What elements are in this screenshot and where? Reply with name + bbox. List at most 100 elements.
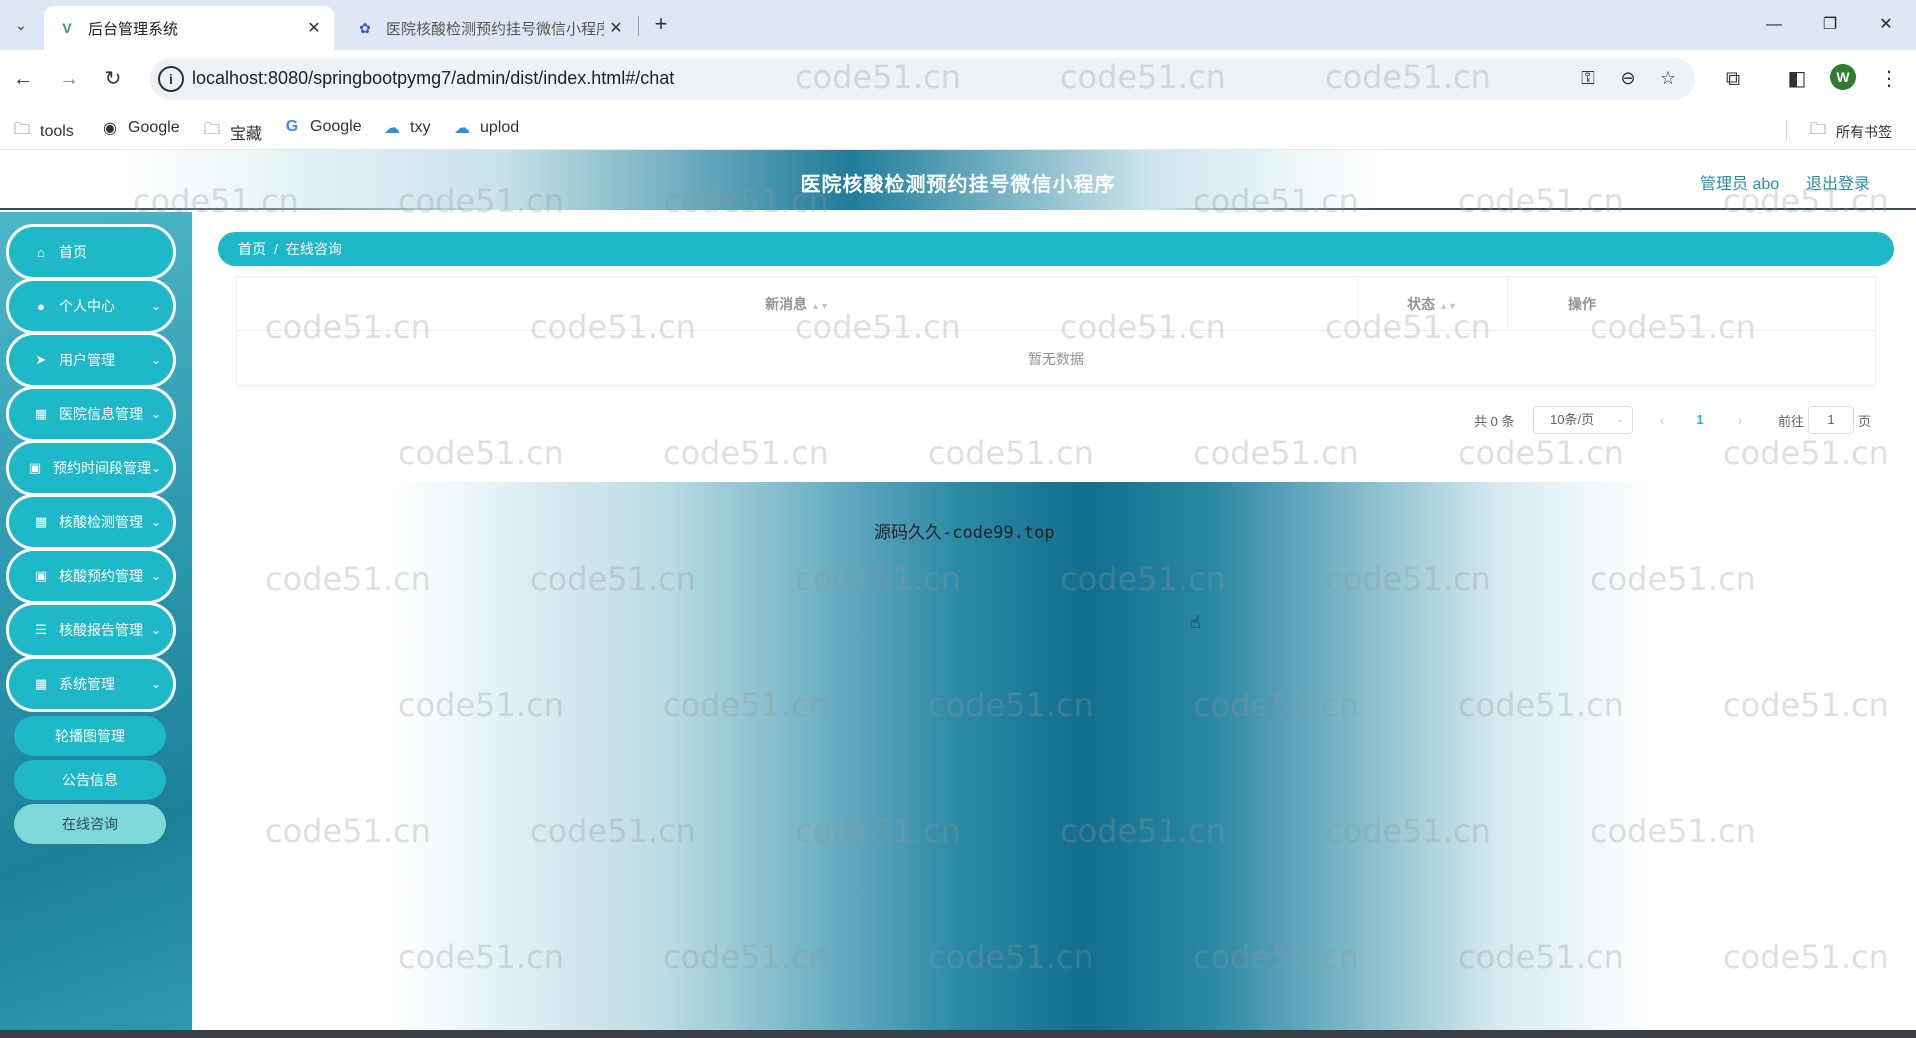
bookmark-google[interactable]: ◉ Google bbox=[100, 118, 180, 138]
menu-label: 核酸报告管理 bbox=[59, 622, 143, 638]
page-size-value: 10条/页 bbox=[1550, 412, 1595, 427]
menu-hospital-info[interactable]: ▦ 医院信息管理 ⌄ bbox=[6, 386, 176, 442]
menu-label: 医院信息管理 bbox=[59, 406, 143, 422]
sort-icon[interactable]: ▲▼ bbox=[811, 301, 829, 311]
clipboard-icon: ▣ bbox=[28, 460, 42, 475]
bookmark-uplod[interactable]: ☁ uplod bbox=[452, 118, 519, 138]
grid-icon: ▦ bbox=[34, 406, 48, 421]
back-icon[interactable]: ← bbox=[8, 64, 38, 94]
sliders-icon: ☰ bbox=[35, 622, 47, 637]
tab-divider bbox=[638, 16, 639, 36]
menu-dots-icon[interactable]: ⋮ bbox=[1874, 64, 1904, 94]
chevron-down-icon: ⌄ bbox=[150, 407, 161, 421]
cloud-icon: ☁ bbox=[384, 120, 400, 137]
breadcrumb-home[interactable]: 首页 bbox=[238, 239, 266, 259]
restore-icon[interactable]: ❐ bbox=[1810, 10, 1850, 40]
submenu-online-consult[interactable]: 在线咨询 bbox=[14, 804, 166, 844]
taskbar-strip bbox=[0, 1030, 1916, 1038]
tab-title: 后台管理系统 bbox=[88, 20, 179, 38]
paw-icon: ✿ bbox=[359, 19, 371, 36]
app-header: 医院核酸检测预约挂号微信小程序 管理员 abo 退出登录 bbox=[0, 150, 1916, 210]
vue-v-icon: V bbox=[62, 20, 72, 36]
home-icon: ⌂ bbox=[37, 244, 45, 260]
close-tab-icon[interactable]: ✕ bbox=[604, 16, 628, 40]
url-text[interactable]: localhost:8080/springbootpymg7/admin/dis… bbox=[192, 68, 674, 89]
menu-home[interactable]: ⌂ 首页 bbox=[6, 224, 176, 280]
password-key-icon[interactable]: ⚿ bbox=[1574, 68, 1602, 94]
prev-page-icon[interactable]: ‹ bbox=[1650, 406, 1674, 434]
zoom-icon[interactable]: ⊖ bbox=[1614, 68, 1642, 94]
goto-suffix: 页 bbox=[1858, 413, 1872, 429]
tab-title: 医院核酸检测预约挂号微信小程序 bbox=[386, 20, 604, 38]
submenu-announcements[interactable]: 公告信息 bbox=[14, 760, 166, 800]
menu-label: 核酸预约管理 bbox=[59, 568, 143, 584]
browser-tab-strip: ⌄ V 后台管理系统 ✕ ✿ 医院核酸检测预约挂号微信小程序 ✕ + — ❐ ✕ bbox=[0, 0, 1916, 50]
clipboard-icon: ▣ bbox=[34, 568, 48, 583]
all-bookmarks[interactable]: 🗀 所有书签 bbox=[1808, 118, 1892, 145]
breadcrumb-current: 在线咨询 bbox=[285, 241, 342, 257]
chat-table: 新消息 ▲▼ 状态 ▲▼ 操作 暂无数据 bbox=[236, 276, 1876, 386]
breadcrumb-separator: / bbox=[274, 241, 278, 257]
page-size-select[interactable]: 10条/页 ⌄ bbox=[1533, 406, 1633, 434]
side-panel-icon[interactable]: ◧ bbox=[1782, 64, 1812, 94]
menu-label: 首页 bbox=[59, 244, 87, 260]
sort-icon[interactable]: ▲▼ bbox=[1439, 301, 1457, 311]
tab-miniprogram[interactable]: ✿ 医院核酸检测预约挂号微信小程序 ✕ bbox=[346, 6, 636, 50]
menu-label: 个人中心 bbox=[59, 298, 115, 314]
col-new-message[interactable]: 新消息 ▲▼ bbox=[237, 277, 1357, 331]
chevron-down-icon: ⌄ bbox=[150, 569, 161, 583]
tab-search-chevron-icon[interactable]: ⌄ bbox=[8, 12, 34, 38]
admin-app: 医院核酸检测预约挂号微信小程序 管理员 abo 退出登录 ⌂ 首页 ● 个人中心… bbox=[0, 150, 1916, 1038]
main-content: 首页 / 在线咨询 新消息 ▲▼ 状态 ▲▼ 操作 暂无数据 共 0 条 10条… bbox=[192, 212, 1916, 1038]
chevron-down-icon: ⌄ bbox=[1615, 414, 1624, 425]
current-page[interactable]: 1 bbox=[1688, 406, 1712, 434]
folder-icon: 🗀 bbox=[13, 121, 30, 138]
grid-icon: ▦ bbox=[34, 676, 48, 691]
menu-label: 系统管理 bbox=[59, 676, 115, 692]
menu-appointment-management[interactable]: ▣ 核酸预约管理 ⌄ bbox=[6, 548, 176, 604]
minimize-icon[interactable]: — bbox=[1754, 10, 1794, 40]
star-icon[interactable]: ☆ bbox=[1654, 68, 1682, 94]
bookmark-label: Google bbox=[310, 118, 362, 135]
bookmark-tools[interactable]: 🗀 tools bbox=[12, 118, 74, 145]
grid-icon: ▦ bbox=[34, 514, 48, 529]
reload-icon[interactable]: ↻ bbox=[98, 64, 128, 94]
menu-test-management[interactable]: ▦ 核酸检测管理 ⌄ bbox=[6, 494, 176, 550]
breadcrumb: 首页 / 在线咨询 bbox=[218, 232, 1894, 266]
goto-page-input[interactable]: 1 bbox=[1808, 406, 1854, 434]
menu-user-management[interactable]: ➤ 用户管理 ⌄ bbox=[6, 332, 176, 388]
menu-report-management[interactable]: ☰ 核酸报告管理 ⌄ bbox=[6, 602, 176, 658]
bookmark-google-2[interactable]: G Google bbox=[282, 118, 362, 136]
next-page-icon[interactable]: › bbox=[1728, 406, 1752, 434]
app-title: 医院核酸检测预约挂号微信小程序 bbox=[800, 174, 1116, 196]
site-info-icon[interactable]: i bbox=[158, 66, 184, 92]
globe-icon: ◉ bbox=[103, 120, 117, 137]
close-window-icon[interactable]: ✕ bbox=[1866, 10, 1906, 40]
logout-link[interactable]: 退出登录 bbox=[1806, 170, 1870, 194]
google-g-icon: G bbox=[285, 118, 299, 135]
menu-label: 核酸检测管理 bbox=[59, 514, 143, 530]
bookmark-baozang[interactable]: 🗀 宝藏 bbox=[202, 118, 262, 145]
chevron-down-icon: ⌄ bbox=[150, 623, 161, 637]
tab-admin[interactable]: V 后台管理系统 ✕ bbox=[44, 6, 334, 50]
menu-personal-center[interactable]: ● 个人中心 ⌄ bbox=[6, 278, 176, 334]
submenu-carousel[interactable]: 轮播图管理 bbox=[14, 716, 166, 756]
profile-avatar[interactable]: W bbox=[1830, 64, 1856, 90]
bookmark-label: Google bbox=[128, 119, 180, 136]
bookmark-label: 宝藏 bbox=[230, 125, 263, 143]
forward-icon[interactable]: → bbox=[54, 64, 84, 94]
new-tab-button[interactable]: + bbox=[648, 12, 674, 38]
bookmark-txy[interactable]: ☁ txy bbox=[382, 118, 430, 138]
address-bar[interactable]: i localhost:8080/springbootpymg7/admin/d… bbox=[150, 58, 1695, 100]
menu-system-management[interactable]: ▦ 系统管理 ⌄ bbox=[6, 656, 176, 712]
menu-timeslot[interactable]: ▣ 预约时间段管理 ⌄ bbox=[6, 440, 176, 496]
user-icon: ● bbox=[37, 298, 45, 314]
chevron-down-icon: ⌄ bbox=[150, 461, 161, 475]
close-tab-icon[interactable]: ✕ bbox=[302, 16, 326, 40]
extensions-icon[interactable]: ⧉ bbox=[1718, 64, 1748, 94]
menu-label: 预约时间段管理 bbox=[53, 460, 151, 476]
cloud-upload-icon: ☁ bbox=[454, 120, 470, 137]
bookmark-label: uplod bbox=[480, 119, 520, 136]
col-status[interactable]: 状态 ▲▼ bbox=[1357, 277, 1507, 331]
column-label: 状态 bbox=[1407, 296, 1436, 312]
